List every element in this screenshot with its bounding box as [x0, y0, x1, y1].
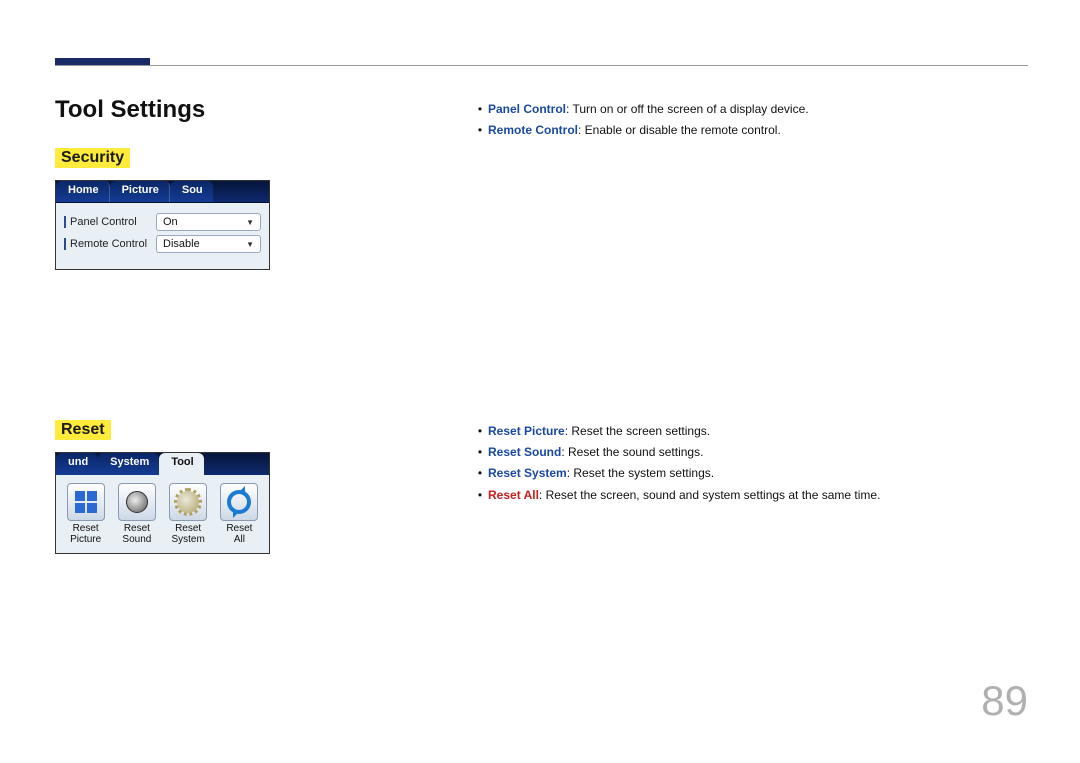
list-item: • Reset System: Reset the system setting…: [472, 464, 880, 483]
bullet-icon: •: [472, 486, 488, 505]
panel-control-row: Panel Control On ▼: [64, 213, 261, 231]
reset-sound-label1: Reset: [113, 523, 161, 534]
reset-sound-label2: Sound: [113, 534, 161, 545]
bullet-label: Reset All: [488, 488, 539, 502]
bullet-label: Panel Control: [488, 102, 566, 116]
bullet-icon: •: [472, 100, 488, 119]
security-panel-screenshot: Home Picture Sou Panel Control On ▼ Remo…: [55, 180, 270, 270]
reset-bullets: • Reset Picture: Reset the screen settin…: [472, 422, 880, 507]
bullet-label: Remote Control: [488, 123, 578, 137]
panel-control-label: Panel Control: [64, 216, 156, 228]
tab-tool[interactable]: Tool: [159, 453, 203, 475]
list-item: • Reset Picture: Reset the screen settin…: [472, 422, 880, 441]
tab-picture[interactable]: Picture: [110, 181, 170, 202]
security-bullets: • Panel Control: Turn on or off the scre…: [472, 100, 809, 142]
bullet-icon: •: [472, 422, 488, 441]
bullet-desc: : Reset the system settings.: [567, 466, 714, 480]
security-panel-body: Panel Control On ▼ Remote Control Disabl…: [56, 203, 269, 269]
list-item: • Panel Control: Turn on or off the scre…: [472, 100, 809, 119]
reset-system-label2: System: [164, 534, 212, 545]
reset-system-button[interactable]: Reset System: [164, 483, 212, 545]
reset-picture-label1: Reset: [62, 523, 110, 534]
panel-control-select[interactable]: On ▼: [156, 213, 261, 231]
reset-panel-body: Reset Picture Reset Sound Reset System R…: [56, 475, 269, 553]
bullet-desc: : Turn on or off the screen of a display…: [566, 102, 809, 116]
reset-sound-button[interactable]: Reset Sound: [113, 483, 161, 545]
tab-system[interactable]: System: [98, 453, 159, 475]
remote-control-label: Remote Control: [64, 238, 156, 250]
reset-heading: Reset: [55, 420, 111, 440]
reset-all-button[interactable]: Reset All: [215, 483, 263, 545]
list-item: • Reset Sound: Reset the sound settings.: [472, 443, 880, 462]
security-tabs: Home Picture Sou: [56, 181, 269, 203]
bullet-icon: •: [472, 121, 488, 140]
bullet-icon: •: [472, 464, 488, 483]
tab-sound-truncated[interactable]: Sou: [170, 181, 213, 202]
remote-control-value: Disable: [163, 238, 200, 250]
panel-control-value: On: [163, 216, 178, 228]
reset-tabs: und System Tool: [56, 453, 269, 475]
chevron-down-icon: ▼: [246, 218, 254, 227]
reset-all-label1: Reset: [215, 523, 263, 534]
page-title: Tool Settings: [55, 96, 205, 124]
tab-home[interactable]: Home: [56, 181, 110, 202]
bullet-label: Reset Sound: [488, 445, 561, 459]
bullet-icon: •: [472, 443, 488, 462]
bullet-desc: : Reset the screen, sound and system set…: [539, 488, 881, 502]
reset-sound-icon: [118, 483, 156, 521]
chevron-down-icon: ▼: [246, 240, 254, 249]
reset-picture-label2: Picture: [62, 534, 110, 545]
bullet-desc: : Reset the screen settings.: [565, 424, 710, 438]
page-number: 89: [981, 677, 1028, 725]
bullet-label: Reset System: [488, 466, 567, 480]
security-heading: Security: [55, 148, 130, 168]
reset-picture-button[interactable]: Reset Picture: [62, 483, 110, 545]
header-divider: [55, 65, 1028, 66]
bullet-desc: : Enable or disable the remote control.: [578, 123, 781, 137]
reset-all-icon: [220, 483, 258, 521]
reset-system-icon: [169, 483, 207, 521]
bullet-desc: : Reset the sound settings.: [561, 445, 703, 459]
list-item: • Remote Control: Enable or disable the …: [472, 121, 809, 140]
remote-control-select[interactable]: Disable ▼: [156, 235, 261, 253]
remote-control-row: Remote Control Disable ▼: [64, 235, 261, 253]
tab-sound-truncated[interactable]: und: [56, 453, 98, 475]
bullet-label: Reset Picture: [488, 424, 565, 438]
reset-picture-icon: [67, 483, 105, 521]
reset-panel-screenshot: und System Tool Reset Picture Reset Soun…: [55, 452, 270, 554]
reset-system-label1: Reset: [164, 523, 212, 534]
reset-all-label2: All: [215, 534, 263, 545]
list-item: • Reset All: Reset the screen, sound and…: [472, 486, 880, 505]
